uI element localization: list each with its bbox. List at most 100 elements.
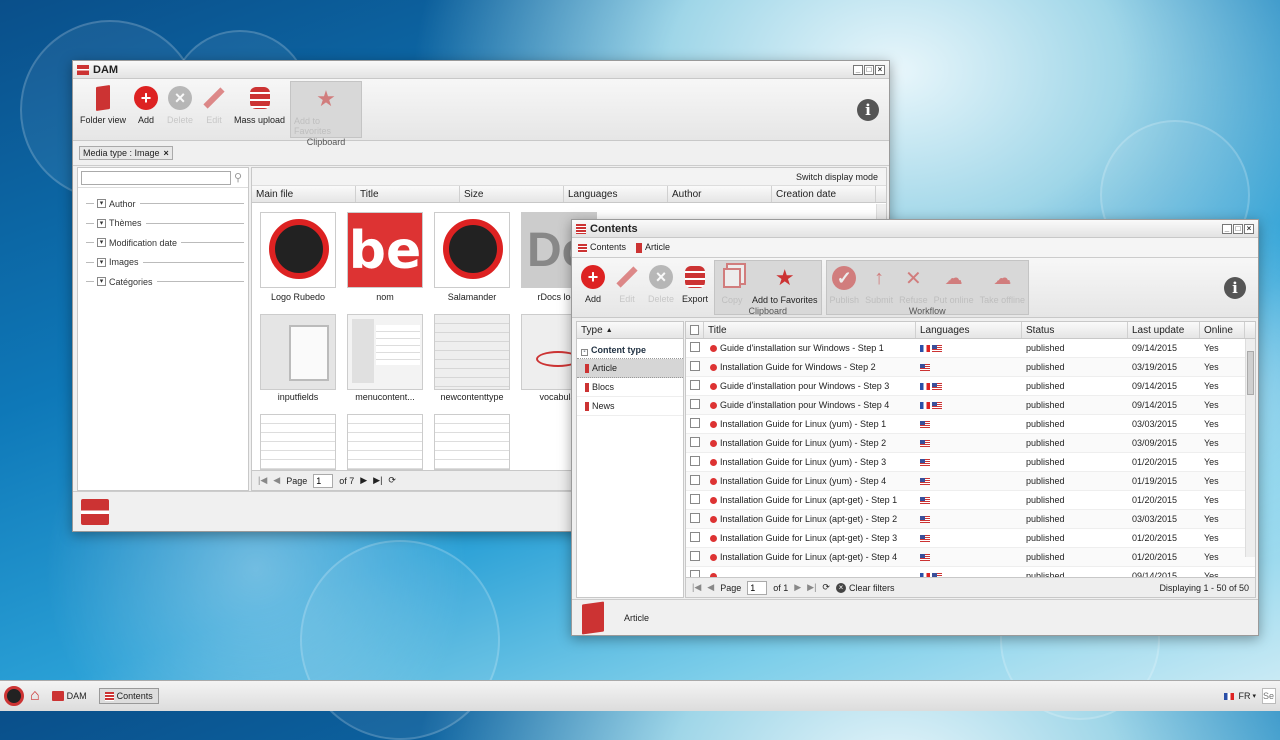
table-row[interactable]: Installation Guide for Linux (apt-get) -… (686, 529, 1255, 548)
first-page-icon[interactable]: |◀ (258, 475, 267, 486)
language-selector[interactable]: FR ▾ (1224, 691, 1256, 701)
thumbnail[interactable] (260, 212, 336, 288)
copy-button[interactable]: Copy (715, 261, 749, 305)
column-creation-date[interactable]: Creation date (772, 186, 876, 202)
type-item-news[interactable]: News (577, 397, 683, 416)
table-row[interactable]: Guide d'installation pour Windows - Step… (686, 377, 1255, 396)
row-checkbox[interactable] (690, 437, 700, 447)
taskbar-item-contents[interactable]: Contents (98, 688, 159, 704)
search-icon[interactable]: ⚲ (234, 171, 242, 184)
thumbnail[interactable] (347, 314, 423, 390)
facet-images[interactable]: ▾ Images (78, 253, 248, 273)
page-input[interactable] (313, 473, 334, 488)
row-checkbox[interactable] (690, 342, 700, 352)
refresh-icon[interactable]: ⟳ (388, 475, 396, 486)
thumbnail[interactable] (434, 314, 510, 390)
first-page-icon[interactable]: |◀ (692, 582, 701, 593)
delete-button[interactable]: × Delete (644, 260, 678, 315)
minimize-button[interactable]: _ (1222, 223, 1232, 234)
filter-tag[interactable]: Media type : Image × (79, 146, 173, 160)
add-to-favorites-button[interactable]: ★ Add to Favorites (291, 82, 361, 136)
page-input[interactable] (747, 580, 768, 595)
facet-author[interactable]: ▾ Author (78, 194, 248, 214)
edit-button[interactable]: Edit (197, 81, 231, 138)
table-row[interactable]: Installation Guide for Linux (apt-get) -… (686, 491, 1255, 510)
taskbar-item-dam[interactable]: DAM (46, 688, 93, 704)
publish-button[interactable]: ✓ Publish (827, 261, 863, 305)
row-checkbox[interactable] (690, 361, 700, 371)
row-checkbox[interactable] (690, 418, 700, 428)
maximize-button[interactable]: □ (1233, 223, 1243, 234)
breadcrumb-contents[interactable]: Contents (578, 242, 626, 253)
close-button[interactable]: × (1244, 223, 1254, 234)
grid-scrollbar[interactable] (1245, 339, 1255, 557)
home-icon[interactable]: ⌂ (30, 687, 40, 705)
row-checkbox[interactable] (690, 380, 700, 390)
row-checkbox[interactable] (690, 513, 700, 523)
row-checkbox[interactable] (690, 570, 700, 577)
type-item-article[interactable]: Article (577, 359, 683, 378)
table-row[interactable]: Installation Guide for Linux (apt-get) -… (686, 510, 1255, 529)
dam-titlebar[interactable]: DAM _ □ × (73, 61, 889, 79)
facet-search-input[interactable] (81, 170, 231, 185)
column-status[interactable]: Status (1022, 322, 1128, 338)
export-button[interactable]: Export (678, 260, 712, 315)
switch-display-mode-button[interactable]: Switch display mode (796, 172, 878, 182)
row-checkbox[interactable] (690, 494, 700, 504)
table-row[interactable]: Installation Guide for Linux (yum) - Ste… (686, 472, 1255, 491)
row-checkbox[interactable] (690, 475, 700, 485)
facet-categories[interactable]: ▾ Catégories (78, 272, 248, 292)
thumbnail[interactable] (260, 414, 336, 470)
global-search-input[interactable] (1262, 688, 1276, 704)
thumbnail[interactable] (434, 414, 510, 470)
column-last-update[interactable]: Last update (1128, 322, 1200, 338)
content-type-group[interactable]: - Content type (577, 339, 683, 359)
facet-themes[interactable]: ▾ Thèmes (78, 214, 248, 234)
column-online[interactable]: Online (1200, 322, 1245, 338)
thumbnail[interactable] (347, 414, 423, 470)
clear-filters-button[interactable]: × Clear filters (835, 582, 894, 593)
info-icon[interactable]: i (1224, 276, 1246, 299)
column-languages[interactable]: Languages (564, 186, 668, 202)
type-item-blocs[interactable]: Blocs (577, 378, 683, 397)
refuse-button[interactable]: ✕ Refuse (896, 261, 931, 306)
add-button[interactable]: + Add (129, 81, 163, 138)
row-checkbox[interactable] (690, 551, 700, 561)
table-row[interactable]: Guide d'installation pour Windows - Step… (686, 396, 1255, 415)
column-languages[interactable]: Languages (916, 322, 1022, 338)
minimize-button[interactable]: _ (853, 64, 863, 75)
next-page-icon[interactable]: ▶ (360, 475, 367, 486)
next-page-icon[interactable]: ▶ (794, 582, 801, 593)
last-page-icon[interactable]: ▶| (807, 582, 816, 593)
column-author[interactable]: Author (668, 186, 772, 202)
facet-modification-date[interactable]: ▾ Modification date (78, 233, 248, 253)
put-online-button[interactable]: ☁ Put online (931, 261, 977, 306)
row-checkbox[interactable] (690, 456, 700, 466)
table-row[interactable]: Installation Guide for Linux (yum) - Ste… (686, 453, 1255, 472)
select-all-checkbox[interactable] (690, 325, 699, 335)
prev-page-icon[interactable]: ◀ (707, 582, 714, 593)
mass-upload-button[interactable]: Mass upload (231, 81, 288, 138)
take-offline-button[interactable]: ☁ Take offline (977, 261, 1028, 306)
thumbnail[interactable] (260, 314, 336, 390)
table-row[interactable]: Installation Guide for Windows - Step 2 p… (686, 358, 1255, 377)
thumbnail[interactable]: be (347, 212, 423, 288)
delete-button[interactable]: × Delete (163, 81, 197, 138)
table-row[interactable]: Guide d'installation sur Windows - Step … (686, 339, 1255, 358)
add-to-favorites-button[interactable]: ★ Add to Favorites (749, 261, 821, 305)
breadcrumb-article[interactable]: Article (636, 242, 670, 253)
column-size[interactable]: Size (460, 186, 564, 202)
refresh-icon[interactable]: ⟳ (822, 582, 830, 593)
thumbnail[interactable] (434, 212, 510, 288)
table-row[interactable]: Installation Guide for Linux (yum) - Ste… (686, 415, 1255, 434)
prev-page-icon[interactable]: ◀ (273, 475, 280, 486)
close-button[interactable]: × (875, 64, 885, 75)
contents-titlebar[interactable]: Contents _ □ × (572, 220, 1258, 238)
type-header[interactable]: Type ▲ (577, 322, 683, 339)
table-row[interactable]: Installation Guide for Linux (apt-get) -… (686, 548, 1255, 567)
last-page-icon[interactable]: ▶| (373, 475, 382, 486)
column-title[interactable]: Title (356, 186, 460, 202)
row-checkbox[interactable] (690, 399, 700, 409)
table-row[interactable]: Installation Guide for Linux (yum) - Ste… (686, 434, 1255, 453)
rubedo-logo-icon[interactable] (4, 686, 24, 706)
